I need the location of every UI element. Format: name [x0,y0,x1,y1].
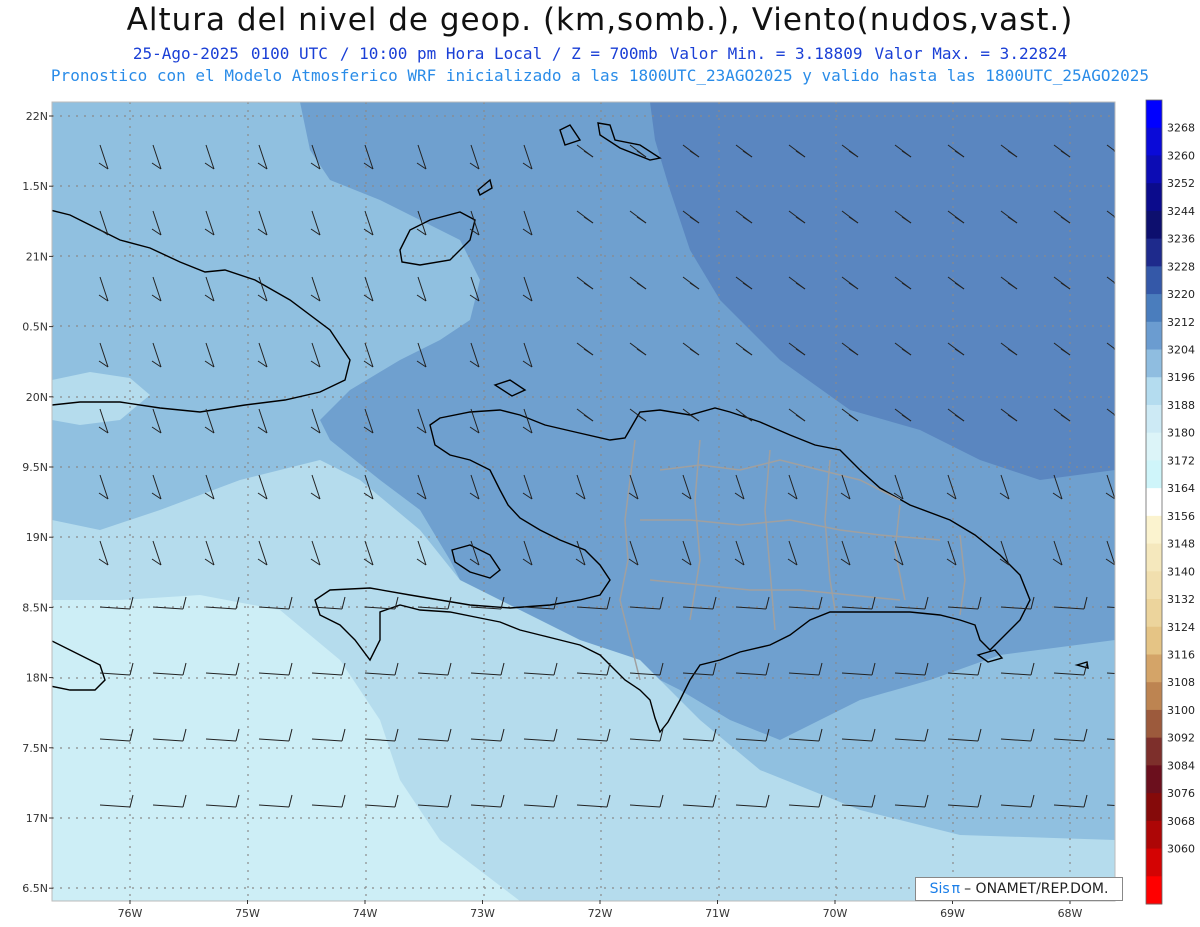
pi-logo-glyph: π [951,881,961,897]
credit-org: – ONAMET/REP.DOM. [964,881,1109,897]
colorbar-label: 3092 [1167,732,1195,745]
colorbar-label: 3260 [1167,149,1195,162]
colorbar-segment [1146,682,1162,711]
colorbar-label: 3156 [1167,510,1195,523]
colorbar-segment [1146,404,1162,434]
lon-label: 68W [1058,907,1083,920]
colorbar-label: 3204 [1167,344,1195,357]
colorbar-label: 3068 [1167,815,1195,828]
forecast-map: 22N 1.5N 21N 0.5N 20N 9.5N 19N 8.5N 18N 7.5N 17N 6.… [22,99,1195,920]
colorbar-segment [1146,654,1162,683]
colorbar-segment [1146,543,1162,572]
colorbar-segment [1146,321,1162,351]
lon-label: 73W [470,907,495,920]
colorbar-label: 3116 [1167,648,1195,661]
colorbar-label: 3060 [1167,843,1195,856]
lat-label: 20N [26,391,48,404]
colorbar-segment [1146,266,1162,295]
colorbar-label: 3140 [1167,565,1195,578]
colorbar-segment [1146,571,1162,600]
colorbar-label: 3188 [1167,399,1195,412]
lat-label: 1.5N [22,180,48,193]
lon-label: 71W [705,907,730,920]
lat-label: 0.5N [22,321,48,334]
lon-label: 76W [118,907,143,920]
colorbar-segment [1146,377,1162,406]
colorbar-segment [1146,460,1162,489]
colorbar-segment [1146,488,1162,517]
colorbar-segment [1146,737,1162,766]
colorbar-segment [1146,709,1162,739]
lat-label: 19N [26,531,48,544]
lon-label: 70W [823,907,848,920]
colorbar-segment [1146,820,1162,850]
colorbar-label: 3228 [1167,260,1195,273]
colorbar-label: 3252 [1167,177,1195,190]
colorbar-segment [1146,599,1162,628]
colorbar-label: 3236 [1167,233,1195,246]
colorbar-segment [1146,294,1162,323]
colorbar-segment [1146,155,1162,184]
lat-label: 6.5N [22,882,48,895]
latitude-labels: 22N 1.5N 21N 0.5N 20N 9.5N 19N 8.5N 18N 7.5N 17N 6.… [22,110,53,895]
lat-label: 9.5N [22,461,48,474]
colorbar-segment [1146,127,1162,156]
colorbar-segment [1146,100,1162,129]
colorbar-label: 3268 [1167,122,1195,135]
colorbar-segment [1146,765,1162,794]
lat-label: 8.5N [22,601,48,614]
lon-label: 75W [235,907,260,920]
credit-box: Sis π – ONAMET/REP.DOM. [915,877,1123,901]
colorbar-segment [1146,515,1162,545]
lat-label: 22N [26,110,48,123]
colorbar-segment [1146,432,1162,461]
colorbar-label: 3124 [1167,621,1195,634]
colorbar-segment [1146,210,1162,240]
colorbar-label: 3148 [1167,538,1195,551]
colorbar-label: 3172 [1167,454,1195,467]
colorbar-label: 3108 [1167,676,1195,689]
geopotential-field [52,102,1115,901]
colorbar-segment [1146,793,1162,822]
colorbar-label: 3196 [1167,371,1195,384]
colorbar-segment [1146,626,1162,655]
sis-logo-text: Sis [929,881,950,897]
lat-label: 21N [26,250,48,263]
colorbar-label: 3244 [1167,205,1195,218]
colorbar-segment [1146,349,1162,378]
lat-label: 17N [26,812,48,825]
longitude-labels: 76W 75W 74W 73W 72W 71W 70W 69W 68W [118,900,1083,920]
colorbar-label: 3212 [1167,316,1195,329]
colorbar-label: 3164 [1167,482,1195,495]
lat-label: 18N [26,672,48,685]
colorbar-segment [1146,183,1162,212]
colorbar: 3268 3260 3252 3244 3236 3228 3220 3212 3204 3196… [1145,99,1195,905]
colorbar-segment [1146,876,1162,905]
colorbar-segment [1146,238,1162,267]
colorbar-label: 3084 [1167,759,1195,772]
lon-label: 72W [588,907,613,920]
lon-label: 74W [353,907,378,920]
lat-label: 7.5N [22,742,48,755]
colorbar-label: 3132 [1167,593,1195,606]
colorbar-segment [1146,848,1162,877]
colorbar-label: 3076 [1167,787,1195,800]
colorbar-label: 3220 [1167,288,1195,301]
lon-label: 69W [940,907,965,920]
colorbar-label: 3100 [1167,704,1195,717]
colorbar-label: 3180 [1167,427,1195,440]
